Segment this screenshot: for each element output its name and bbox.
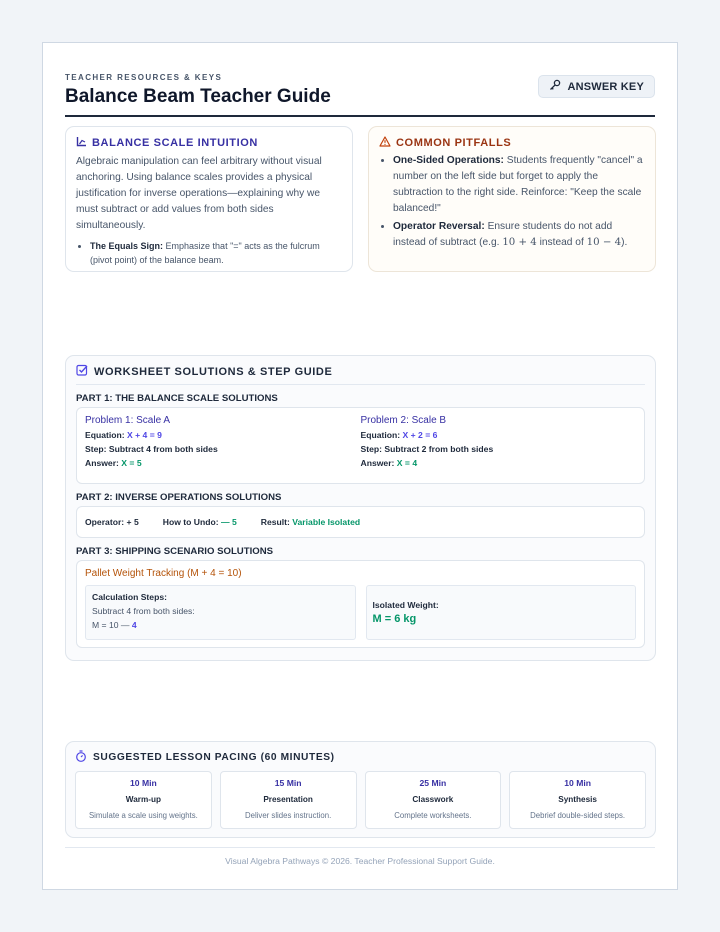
pitfall-item-1: One-Sided Operations: Students frequentl… (393, 153, 645, 217)
iso-label: Isolated Weight: (372, 600, 439, 610)
operator-value: + 5 (126, 517, 139, 527)
title-rule (65, 115, 655, 117)
isolated-weight: Isolated Weight: M = 6 kg (365, 585, 636, 640)
worksheet-title: WORKSHEET SOLUTIONS & STEP GUIDE (94, 365, 333, 378)
worksheet-header: WORKSHEET SOLUTIONS & STEP GUIDE (76, 364, 645, 385)
calc-line-2: M = 10 — 4 (92, 620, 349, 630)
pitfall-2-text-c: ). (621, 237, 628, 248)
tile-name: Presentation (263, 795, 313, 804)
operator-field: Operator: + 5 (85, 517, 139, 527)
tile-name: Classwork (412, 795, 454, 804)
problem-2-title: Problem 2: Scale B (360, 415, 447, 426)
tile-duration: 10 Min (564, 778, 591, 788)
answer-value: X = 5 (121, 458, 142, 468)
problem-1-answer: Answer: X = 5 (85, 458, 361, 468)
pitfalls-header: COMMON PITFALLS (379, 136, 645, 150)
part2-box: Operator: + 5 How to Undo: — 5 Result: V… (76, 506, 645, 538)
undo-label: How to Undo: (162, 517, 219, 527)
problem-2-equation: Equation: X + 2 = 6 (361, 430, 637, 440)
pacing-header: SUGGESTED LESSON PACING (60 MINUTES) (75, 750, 646, 765)
calculation-steps: Calculation Steps: Subtract 4 from both … (85, 585, 356, 640)
part2-title: PART 2: INVERSE OPERATIONS SOLUTIONS (76, 492, 282, 503)
page-title: Balance Beam Teacher Guide (65, 86, 331, 107)
pitfall-2-label: Operator Reversal: (393, 221, 485, 232)
tile-desc: Complete worksheets. (394, 811, 472, 820)
calc-title: Calculation Steps: (92, 592, 167, 602)
eyebrow: TEACHER RESOURCES & KEYS (65, 73, 223, 82)
problem-1-equation: Equation: X + 4 = 9 (85, 430, 361, 440)
tile-name: Warm-up (125, 795, 161, 804)
result-value: Variable Isolated (292, 517, 361, 527)
pacing-title: SUGGESTED LESSON PACING (60 MINUTES) (93, 752, 335, 763)
intuition-body: Algebraic manipulation can feel arbitrar… (76, 156, 322, 231)
pacing-tiles: 10 Min Warm-up Simulate a scale using weig… (75, 771, 646, 829)
result-label: Result: (260, 517, 290, 527)
result-field: Result: Variable Isolated (261, 517, 360, 527)
key-icon (549, 79, 561, 94)
pitfall-item-2: Operator Reversal: Ensure students do no… (393, 219, 645, 251)
intuition-card: BALANCE SCALE INTUITION Algebraic manipu… (65, 126, 353, 272)
guide-page: TEACHER RESOURCES & KEYS Balance Beam Te… (42, 42, 678, 890)
undo-value: — 5 (220, 517, 237, 527)
footer: Visual Algebra Pathways © 2026. Teacher … (225, 856, 495, 866)
warning-icon (379, 136, 391, 150)
scale-icon (76, 136, 87, 150)
problem-2-step: Step: Subtract 2 from both sides (360, 444, 494, 454)
pitfalls-title: COMMON PITFALLS (396, 137, 512, 149)
pacing-section: SUGGESTED LESSON PACING (60 MINUTES) 10 … (65, 741, 656, 838)
eq-label: Equation: (85, 430, 125, 440)
intuition-title: BALANCE SCALE INTUITION (92, 137, 258, 149)
intuition-bullet: The Equals Sign: Emphasize that "=" acts… (90, 239, 342, 267)
problem-2-answer: Answer: X = 4 (361, 458, 637, 468)
part1-title: PART 1: THE BALANCE SCALE SOLUTIONS (76, 393, 278, 404)
pacing-tile: 15 Min Presentation Deliver slides instruc… (219, 771, 357, 829)
pitfalls-card: COMMON PITFALLS One-Sided Operations: St… (368, 126, 656, 272)
problem-1: Problem 1: Scale A Equation: X + 4 = 9 S… (85, 415, 361, 476)
pacing-tile: 25 Min Classwork Complete worksheets. (364, 771, 502, 829)
footer-rule (65, 847, 655, 848)
problem-1-step: Step: Subtract 4 from both sides (85, 444, 218, 454)
problem-1-title: Problem 1: Scale A (85, 415, 171, 426)
eq-label: Equation: (360, 430, 401, 440)
pitfall-2-text-b: instead of (539, 237, 584, 248)
scenario-title: Pallet Weight Tracking (M + 4 = 10) (85, 568, 242, 579)
pacing-tile: 10 Min Synthesis Debrief double-sided step… (509, 771, 646, 829)
stopwatch-icon (75, 750, 87, 765)
tile-desc: Deliver slides instruction. (245, 811, 332, 820)
tile-duration: 25 Min (419, 778, 447, 788)
answer-key-label: ANSWER KEY (567, 80, 644, 93)
calc-line-2-value: 4 (131, 620, 137, 630)
answer-value: X = 4 (396, 458, 418, 468)
operator-label: Operator: (85, 517, 125, 527)
part3-title: PART 3: SHIPPING SCENARIO SOLUTIONS (76, 546, 274, 557)
calc-line-1: Subtract 4 from both sides: (92, 606, 195, 616)
math-expr-add: 10 + 4 (502, 237, 537, 248)
answer-label: Answer: (360, 458, 395, 468)
equation-value: X + 4 = 9 (127, 430, 162, 440)
tile-name: Synthesis (558, 795, 597, 804)
answer-key-button[interactable]: ANSWER KEY (538, 75, 655, 98)
worksheet-section: WORKSHEET SOLUTIONS & STEP GUIDE PART 1:… (65, 355, 656, 661)
calc-line-2-prefix: M = 10 — (92, 620, 130, 630)
checkbox-icon (76, 364, 88, 379)
tile-desc: Simulate a scale using weights. (88, 811, 198, 820)
tile-desc: Debrief double-sided steps. (530, 811, 626, 820)
pacing-tile: 10 Min Warm-up Simulate a scale using weig… (75, 771, 212, 829)
problem-2: Problem 2: Scale B Equation: X + 2 = 6 S… (361, 415, 637, 476)
part1-box: Problem 1: Scale A Equation: X + 4 = 9 S… (76, 407, 645, 484)
pitfall-1-label: One-Sided Operations: (393, 155, 504, 166)
answer-label: Answer: (85, 458, 119, 468)
intuition-header: BALANCE SCALE INTUITION (76, 136, 342, 150)
equation-value: X + 2 = 6 (402, 430, 438, 440)
math-expr-subtract: 10 − 4 (586, 237, 622, 248)
iso-value: M = 6 kg (372, 613, 417, 625)
part3-box: Pallet Weight Tracking (M + 4 = 10) Calc… (76, 560, 645, 648)
undo-field: How to Undo: — 5 (163, 517, 237, 527)
bullet-label: The Equals Sign: (90, 241, 164, 251)
tile-duration: 15 Min (274, 778, 302, 788)
tile-duration: 10 Min (130, 778, 157, 788)
